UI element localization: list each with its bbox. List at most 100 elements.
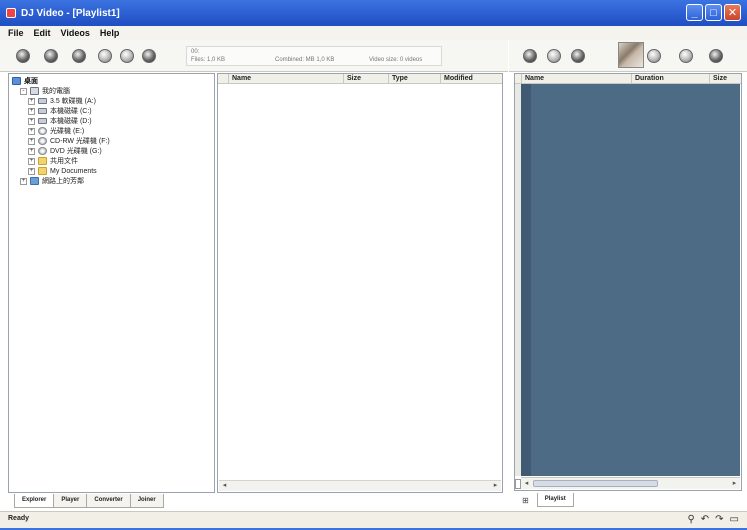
menu-file[interactable]: File xyxy=(8,28,24,38)
stop-button-icon[interactable] xyxy=(120,49,134,63)
pl-scroll-left-icon[interactable]: ◂ xyxy=(521,478,532,489)
folder-tree[interactable]: 桌面 - 我的電腦 +3.5 軟碟機 (A:) + 本機磁碟 (C:) + 本機磁碟 (D:)… xyxy=(8,73,215,493)
back-button-icon[interactable] xyxy=(16,49,30,63)
pl-scroll-thumb[interactable] xyxy=(533,480,658,487)
pl-scroll-right-icon[interactable]: ▸ xyxy=(729,478,740,489)
pl-col-duration[interactable]: Duration xyxy=(631,74,709,84)
playlist-scrollbar[interactable]: ◂ ▸ xyxy=(521,477,740,489)
tree-item[interactable]: + My Documents xyxy=(28,166,97,176)
up-button-icon[interactable] xyxy=(72,49,86,63)
expand-icon[interactable]: + xyxy=(28,127,35,135)
playlist-down-icon[interactable] xyxy=(709,49,723,63)
tree-item[interactable]: + 本機磁碟 (D:) xyxy=(28,116,92,126)
cd-icon xyxy=(38,137,47,145)
cd-icon xyxy=(38,127,47,135)
expand-icon[interactable]: + xyxy=(28,107,35,115)
minimize-button[interactable]: _ xyxy=(686,4,703,21)
playlist-remove-icon[interactable] xyxy=(547,49,561,63)
tree-item[interactable]: + 網路上的芳鄰 xyxy=(20,176,84,186)
col-modified[interactable]: Modified xyxy=(440,74,502,84)
tree-item-label: My Documents xyxy=(50,167,97,175)
playlist-add-icon[interactable] xyxy=(523,49,537,63)
maximize-button[interactable]: □ xyxy=(705,4,722,21)
col-size[interactable]: Size xyxy=(343,74,388,84)
undo-icon[interactable]: ↶ xyxy=(701,514,709,525)
tree-item[interactable]: + 本機磁碟 (C:) xyxy=(28,106,92,116)
info-time: 00: xyxy=(191,49,200,55)
drive-icon xyxy=(38,118,47,124)
menu-help[interactable]: Help xyxy=(100,28,120,38)
forward-button-icon[interactable] xyxy=(44,49,58,63)
collapse-icon[interactable]: - xyxy=(20,87,27,95)
desktop-icon xyxy=(12,77,21,85)
folder-icon xyxy=(38,167,47,175)
tab-explorer[interactable]: Explorer xyxy=(14,494,55,508)
tree-item[interactable]: 桌面 xyxy=(12,76,38,86)
tab-playlist[interactable]: Playlist xyxy=(536,493,574,507)
tab-player[interactable]: Player xyxy=(53,494,88,508)
main-toolbar: 00: Files: 1,0 KB Combined: MB 1,0 KB Vi… xyxy=(0,40,508,72)
expand-icon[interactable]: + xyxy=(28,167,35,175)
playlist-clear-icon[interactable] xyxy=(571,49,585,63)
status-icons: ⚲ ↶ ↷ ▭ xyxy=(687,514,739,525)
playlist-toolbar xyxy=(509,40,747,72)
file-list-scrollbar[interactable]: ◂ ▸ xyxy=(219,480,501,491)
close-button[interactable]: ✕ xyxy=(724,4,741,21)
monitor-icon[interactable]: ▭ xyxy=(730,514,739,525)
bottom-tabs: Explorer Player Converter Joiner xyxy=(14,494,164,508)
tree-item[interactable]: +3.5 軟碟機 (A:) xyxy=(28,96,96,106)
pl-col-name[interactable]: Name xyxy=(521,74,631,84)
info-video-size: Video size: 0 videos xyxy=(369,57,423,63)
expand-icon[interactable]: + xyxy=(28,147,35,155)
network-icon xyxy=(30,177,39,185)
tree-item[interactable]: + 光碟機 (E:) xyxy=(28,126,84,136)
person-icon[interactable]: ⚲ xyxy=(687,514,694,525)
playlist-body[interactable] xyxy=(521,84,740,476)
floppy-icon xyxy=(38,98,47,104)
file-list[interactable]: Name Size Type Modified ◂ ▸ xyxy=(217,73,503,493)
playlist-header: Name Duration Size xyxy=(515,74,741,84)
playlist-panel[interactable]: Name Duration Size ◂ ▸ xyxy=(514,73,742,491)
title-bar: DJ Video - [Playlist1] _ □ ✕ xyxy=(0,0,747,26)
video-preview-thumbnail xyxy=(618,42,644,68)
tree-item-label: CD-RW 光碟機 (F:) xyxy=(50,138,110,145)
scroll-left-icon[interactable]: ◂ xyxy=(219,481,230,491)
tree-item-label: DVD 光碟機 (G:) xyxy=(50,148,102,155)
expand-icon[interactable]: + xyxy=(28,117,35,125)
col-type[interactable]: Type xyxy=(388,74,440,84)
tab-joiner[interactable]: Joiner xyxy=(129,494,164,508)
col-name[interactable]: Name xyxy=(228,74,343,84)
app-icon xyxy=(6,8,16,18)
folder-icon xyxy=(38,157,47,165)
tree-item-label: 光碟機 (E:) xyxy=(50,128,85,135)
tree-item-label: 共用文件 xyxy=(50,158,78,165)
status-bar: Ready ⚲ ↶ ↷ ▭ xyxy=(0,511,747,530)
refresh-button-icon[interactable] xyxy=(98,49,112,63)
tab-converter[interactable]: Converter xyxy=(86,494,131,508)
tree-item[interactable]: + DVD 光碟機 (G:) xyxy=(28,146,102,156)
tree-item[interactable]: + 共用文件 xyxy=(28,156,78,166)
tree-item-label: 我的電腦 xyxy=(42,88,70,95)
expand-icon[interactable]: + xyxy=(28,137,35,145)
tree-item-label: 3.5 軟碟機 (A:) xyxy=(50,98,96,105)
info-files: Files: 1,0 KB xyxy=(191,57,226,63)
drive-icon xyxy=(38,108,47,114)
tree-item[interactable]: - 我的電腦 xyxy=(20,86,70,96)
home-button-icon[interactable] xyxy=(142,49,156,63)
tree-item-label: 本機磁碟 (D:) xyxy=(50,118,92,125)
status-text: Ready xyxy=(8,515,30,522)
playlist-up-icon[interactable] xyxy=(679,49,693,63)
tree-item[interactable]: + CD-RW 光碟機 (F:) xyxy=(28,136,110,146)
expand-icon[interactable]: + xyxy=(28,97,35,105)
menu-videos[interactable]: Videos xyxy=(61,28,90,38)
playlist-tab-icon: ⊞ xyxy=(522,495,529,505)
tree-item-label: 本機磁碟 (C:) xyxy=(50,108,92,115)
expand-icon[interactable]: + xyxy=(20,177,27,185)
tree-item-label: 網路上的芳鄰 xyxy=(42,178,84,185)
redo-icon[interactable]: ↷ xyxy=(715,514,723,525)
menu-edit[interactable]: Edit xyxy=(34,28,51,38)
expand-icon[interactable]: + xyxy=(28,157,35,165)
pl-col-size[interactable]: Size xyxy=(709,74,742,84)
scroll-right-icon[interactable]: ▸ xyxy=(490,481,501,491)
playlist-play-icon[interactable] xyxy=(647,49,661,63)
